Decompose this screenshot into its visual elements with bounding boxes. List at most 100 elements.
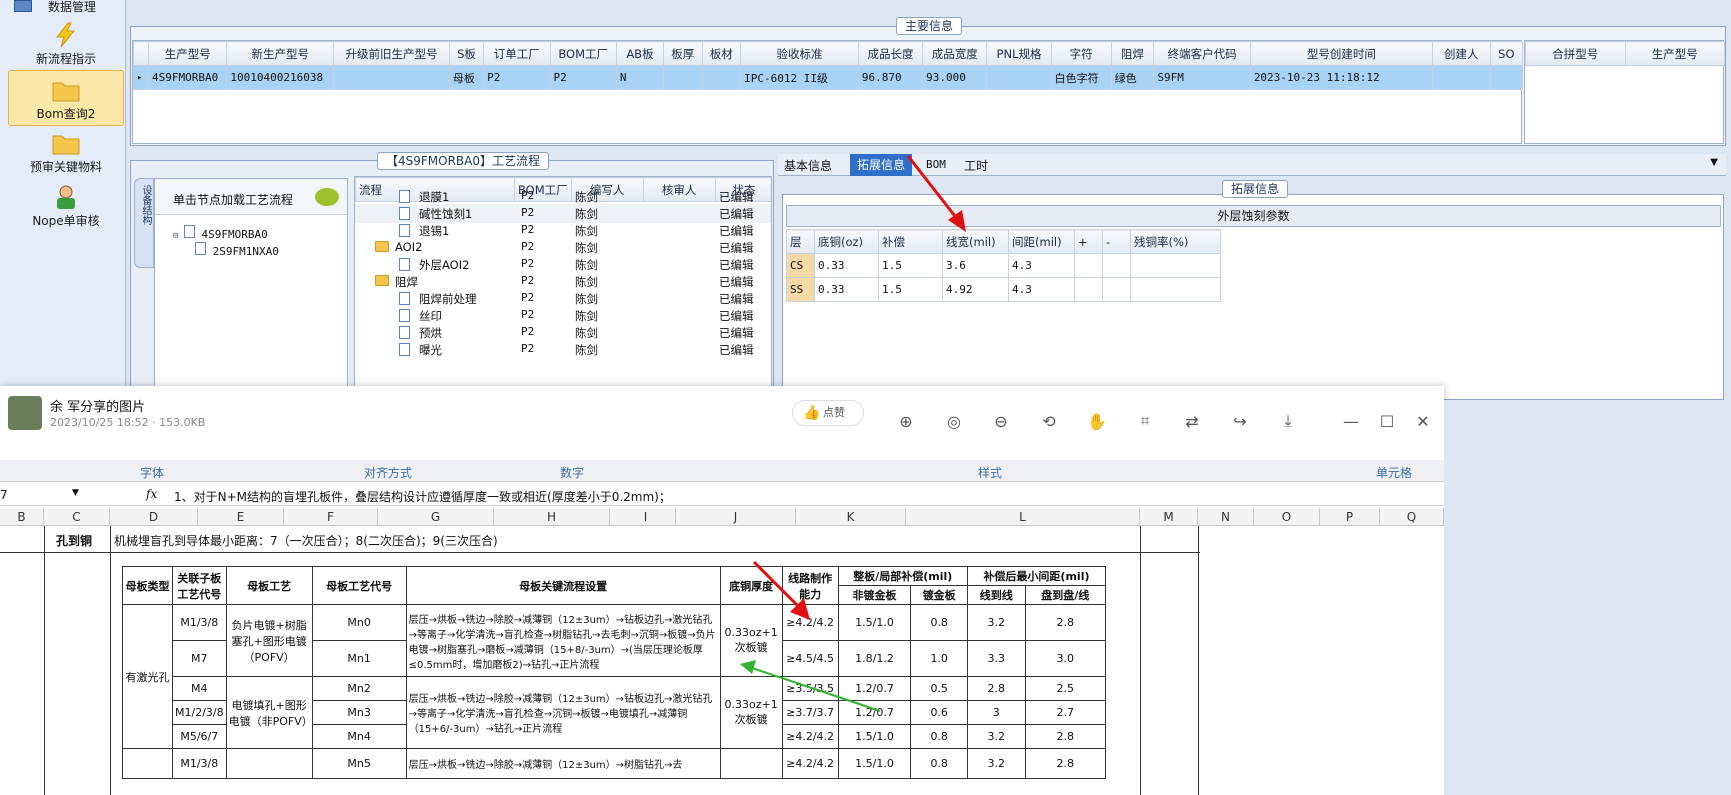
column-header[interactable]: 创建人	[1431, 41, 1491, 66]
column-header[interactable]: F	[284, 508, 378, 526]
column-header[interactable]: 验收标准	[740, 41, 859, 66]
table-cell[interactable]: 4.3	[1008, 253, 1075, 278]
name-box[interactable]: 7	[0, 488, 8, 502]
column-header[interactable]: SO	[1489, 41, 1524, 66]
formula-input[interactable]: 1、对于N+M结构的盲埋孔板件，叠层结构设计应遵循厚度一致或相近(厚度差小于0.…	[174, 488, 671, 505]
column-header[interactable]: O	[1254, 508, 1320, 526]
column-header[interactable]: 升级前旧生产型号	[333, 41, 450, 66]
column-header[interactable]: 层	[786, 229, 815, 254]
dropdown-icon[interactable]: ▼	[1710, 157, 1718, 168]
table-cell[interactable]	[1489, 65, 1524, 90]
column-header[interactable]: D	[110, 508, 198, 526]
table-cell[interactable]: S9FM	[1153, 65, 1251, 90]
sidebar-item-bom-query2[interactable]: Bom查询2	[8, 70, 124, 126]
table-cell[interactable]: 3.6	[942, 253, 1009, 278]
column-header[interactable]: M	[1140, 508, 1198, 526]
table-cell[interactable]	[663, 65, 703, 90]
table-cell[interactable]: IPC-6012 II级	[740, 65, 859, 90]
table-cell[interactable]: 绿色	[1110, 65, 1155, 90]
sidebar-item-new-flow[interactable]: 新流程指示	[8, 16, 124, 72]
column-header[interactable]: BOM工厂	[549, 41, 617, 66]
table-row[interactable]: CS 0.33 1.5 3.6 4.3	[786, 253, 1221, 278]
minimize-icon[interactable]: —	[1340, 410, 1362, 432]
ocr-icon[interactable]: ⌗	[1134, 410, 1156, 432]
dropdown-icon[interactable]: ▼	[72, 488, 79, 498]
table-cell[interactable]: 0.33	[814, 253, 879, 278]
sidebar-item-prereview[interactable]: 预审关键物料	[8, 124, 124, 180]
column-header[interactable]: J	[676, 508, 796, 526]
column-header[interactable]: C	[44, 508, 110, 526]
table-cell[interactable]: 10010400216038	[226, 65, 335, 90]
column-header[interactable]: 新生产型号	[226, 41, 335, 66]
column-header[interactable]: 板材	[701, 41, 742, 66]
table-row[interactable]: SS 0.33 1.5 4.92 4.3	[786, 277, 1221, 302]
table-cell[interactable]: N	[615, 65, 665, 90]
table-cell[interactable]: 0.33	[814, 277, 879, 302]
table-cell[interactable]: 2023-10-23 11:18:12	[1249, 65, 1433, 90]
rotate-icon[interactable]: ⟲	[1038, 410, 1060, 432]
sidebar-item-data-management[interactable]: 数据管理	[8, 0, 124, 14]
column-header[interactable]: 底铜(oz)	[814, 229, 879, 254]
actual-size-icon[interactable]: ◎	[943, 410, 965, 432]
column-header[interactable]: 生产型号	[147, 41, 228, 66]
table-cell[interactable]	[1130, 253, 1221, 278]
column-header[interactable]: -	[1102, 229, 1131, 254]
table-cell[interactable]	[1074, 277, 1103, 302]
zoom-in-icon[interactable]: ⊕	[895, 410, 917, 432]
table-cell[interactable]	[1102, 253, 1131, 278]
hand-icon[interactable]: ✋	[1086, 410, 1108, 432]
column-header[interactable]: N	[1198, 508, 1254, 526]
column-header[interactable]: 板厚	[663, 41, 703, 66]
column-header[interactable]: 阻焊	[1110, 41, 1155, 66]
table-cell[interactable]: P2	[549, 65, 617, 90]
column-header[interactable]: E	[198, 508, 284, 526]
table-cell[interactable]: 4S9FMORBA0	[147, 65, 228, 90]
close-icon[interactable]: ✕	[1412, 410, 1434, 432]
column-header[interactable]: +	[1074, 229, 1103, 254]
table-cell[interactable]: CS	[786, 253, 815, 278]
sidebar-item-nope-review[interactable]: Nope单审核	[8, 178, 124, 234]
table-cell[interactable]: 1.5	[878, 277, 943, 302]
column-header[interactable]: 成品长度	[857, 41, 924, 66]
column-header[interactable]: L	[906, 508, 1140, 526]
maximize-icon[interactable]: ☐	[1376, 410, 1398, 432]
process-row[interactable]: 曝光 P2 陈剑 已编辑	[355, 340, 771, 359]
table-cell[interactable]: 白色字符	[1050, 65, 1112, 90]
column-header[interactable]: AB板	[615, 41, 665, 66]
column-header[interactable]: I	[616, 508, 676, 526]
tree-node[interactable]: 2S9FM1NXA0	[195, 242, 279, 258]
collapse-icon[interactable]: ⊟	[173, 231, 184, 241]
function-icon[interactable]: fx	[146, 487, 157, 501]
column-header[interactable]: 残铜率(%)	[1130, 229, 1221, 254]
column-header[interactable]: 成品宽度	[922, 41, 988, 66]
column-header[interactable]: G	[378, 508, 494, 526]
table-cell[interactable]: 母板	[448, 65, 485, 90]
column-header[interactable]: K	[796, 508, 906, 526]
table-cell[interactable]: SS	[786, 277, 815, 302]
column-header[interactable]: B	[0, 508, 44, 526]
table-cell[interactable]	[1074, 253, 1103, 278]
column-header[interactable]: 订单工厂	[483, 41, 551, 66]
column-header[interactable]: 型号创建时间	[1249, 41, 1433, 66]
table-cell[interactable]	[1130, 277, 1221, 302]
column-header[interactable]: Q	[1380, 508, 1444, 526]
download-icon[interactable]: ⤓	[1277, 410, 1299, 432]
structure-vtab[interactable]: 设备结构	[134, 178, 154, 268]
share-icon[interactable]: ↪	[1229, 410, 1251, 432]
table-cell[interactable]: 96.870	[857, 65, 924, 90]
column-header[interactable]: PNL规格	[986, 41, 1052, 66]
table-cell[interactable]: P2	[483, 65, 551, 90]
table-cell[interactable]: 1.5	[878, 253, 943, 278]
translate-icon[interactable]: ⇄	[1181, 410, 1203, 432]
table-cell[interactable]	[333, 65, 450, 90]
tab-basic-info[interactable]: 基本信息	[784, 157, 832, 174]
column-header[interactable]: 间距(mil)	[1008, 229, 1075, 254]
table-cell[interactable]: 93.000	[922, 65, 988, 90]
table-cell[interactable]	[1431, 65, 1491, 90]
column-header[interactable]: 合拼型号	[1525, 41, 1626, 66]
tree-node[interactable]: ⊟ 4S9FMORBA0	[173, 225, 268, 241]
column-header[interactable]: 字符	[1050, 41, 1112, 66]
table-cell[interactable]	[1102, 277, 1131, 302]
like-button[interactable]: 👍 点赞	[792, 400, 864, 426]
column-header[interactable]: H	[494, 508, 610, 526]
